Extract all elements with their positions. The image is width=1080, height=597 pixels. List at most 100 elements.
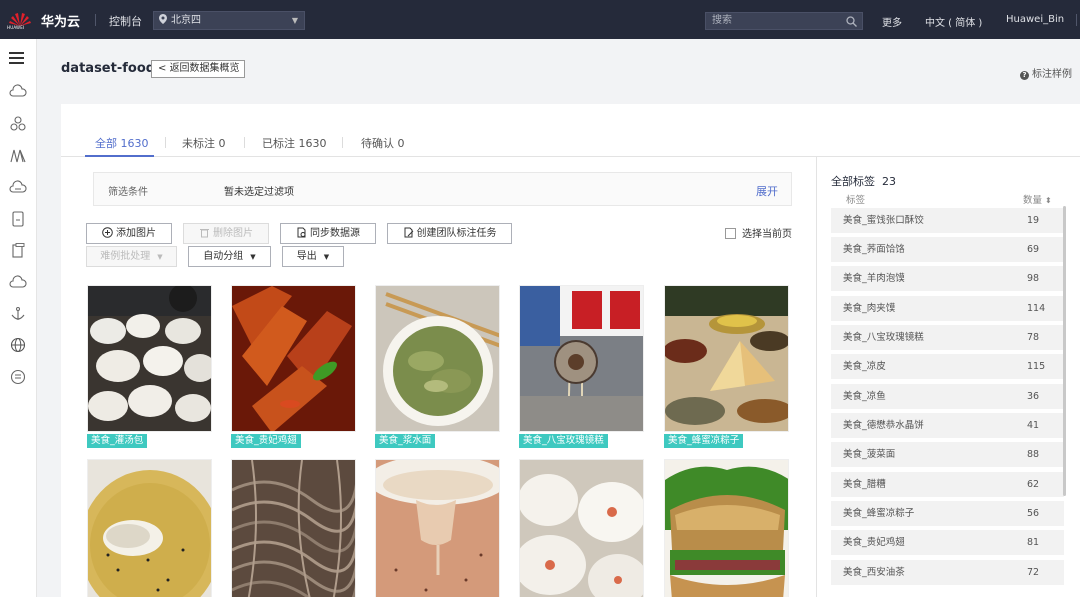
model-arts-icon[interactable] [9,148,27,164]
image-thumbnail[interactable] [87,285,212,432]
porridge-photo [376,460,499,597]
divider [342,137,343,148]
sort-icon[interactable]: ⬍ [1045,196,1052,205]
image-thumbnail[interactable] [664,459,789,597]
more-menu[interactable]: 更多 [882,14,902,29]
image-card[interactable] [664,459,789,597]
delete-image-button[interactable]: 删除图片 [183,223,269,244]
label-name: 美食_荞面饸饹 [843,244,905,255]
global-search-input[interactable]: 搜索 [705,12,863,30]
create-team-task-button[interactable]: 创建团队标注任务 [387,223,512,244]
label-name: 美食_蜂蜜凉粽子 [843,508,915,519]
label-count: 78 [1027,332,1040,343]
label-row[interactable]: 美食_菠菜面 88 [831,442,1064,467]
brand-name[interactable]: 华为云 [41,11,80,30]
user-menu[interactable]: Huawei_Bin [1006,14,1064,25]
soup-dumplings-photo [88,286,211,431]
label-row[interactable]: 美食_西安油茶 72 [831,560,1064,585]
panel-divider [816,157,817,597]
label-count: 72 [1027,567,1040,578]
search-icon[interactable] [846,16,857,27]
select-current-page-checkbox[interactable]: 选择当前页 [725,225,792,240]
storage-icon[interactable] [9,211,27,227]
label-name: 美食_西安油茶 [843,567,905,578]
label-row[interactable]: 美食_蜂蜜凉粽子 56 [831,501,1064,526]
menu-icon[interactable] [9,50,27,66]
image-card[interactable]: 美食_灌汤包 [87,285,212,448]
image-card[interactable]: 美食_八宝玫瑰镜糕 [519,285,644,448]
label-row[interactable]: 美食_腊糟 62 [831,472,1064,497]
soup-bowl-photo [88,460,211,597]
sync-file-icon [297,227,306,238]
help-label: 标注样例 [1032,69,1072,80]
label-name: 美食_肉夹馍 [843,303,896,314]
select-page-label: 选择当前页 [742,229,792,240]
image-thumbnail[interactable] [375,285,500,432]
tab-labeled[interactable]: 已标注 1630 [262,135,327,151]
label-list-scrollbar[interactable] [1063,206,1066,496]
label-row[interactable]: 美食_肉夹馍 114 [831,296,1064,321]
add-image-button[interactable]: 添加图片 [86,223,172,244]
anchor-icon[interactable] [9,306,27,322]
tab-unlabeled[interactable]: 未标注 0 [182,135,226,151]
label-row[interactable]: 美食_蜜饯张口酥饺 19 [831,208,1064,233]
nodes-icon[interactable] [9,116,27,132]
plus-circle-icon [102,227,113,238]
service-sidebar [0,39,37,597]
tabs-divider [61,156,1080,157]
sync-data-source-button[interactable]: 同步数据源 [280,223,376,244]
chevron-down-icon: ▼ [157,253,163,261]
image-card[interactable]: 美食_蜂蜜凉粽子 [664,285,789,448]
image-thumbnail[interactable] [375,459,500,597]
label-row[interactable]: 美食_德懋恭水晶饼 41 [831,413,1064,438]
back-to-overview-button[interactable]: < 返回数据集概览 [151,60,245,78]
document-icon[interactable] [9,243,27,259]
label-count: 36 [1027,391,1040,402]
image-thumbnail[interactable] [87,459,212,597]
page-title: dataset-food [61,61,156,76]
checkbox-box[interactable] [725,228,736,239]
expand-filter-link[interactable]: 展开 [756,183,778,199]
image-card[interactable] [87,459,212,597]
globe-icon[interactable] [9,337,27,353]
label-row[interactable]: 美食_八宝玫瑰镜糕 78 [831,325,1064,350]
filter-label: 筛选条件 [108,187,148,198]
billing-icon[interactable] [9,369,27,385]
count-column-header[interactable]: 数量 ⬍ [1023,192,1052,206]
auto-group-dropdown[interactable]: 自动分组 ▼ [188,246,271,267]
image-thumbnail[interactable] [519,285,644,432]
image-card[interactable]: 美食_贵妃鸡翅 [231,285,356,448]
image-thumbnail[interactable] [231,285,356,432]
chevron-down-icon: ▼ [250,253,256,261]
cloud-icon[interactable] [9,84,27,100]
label-row[interactable]: 美食_凉皮 115 [831,354,1064,379]
active-tab-indicator [85,155,154,157]
cloud-service-icon[interactable] [9,275,27,291]
image-thumbnail[interactable] [231,459,356,597]
label-row[interactable]: 美食_羊肉泡馍 98 [831,266,1064,291]
cloud-db-icon[interactable] [9,180,27,196]
image-card[interactable] [231,459,356,597]
label-count: 88 [1027,449,1040,460]
label-count: 69 [1027,244,1040,255]
export-dropdown[interactable]: 导出 ▼ [282,246,344,267]
label-row[interactable]: 美食_荞面饸饹 69 [831,237,1064,262]
label-row[interactable]: 美食_贵妃鸡翅 81 [831,530,1064,555]
region-label: 北京四 [171,15,201,26]
image-thumbnail[interactable] [519,459,644,597]
image-card[interactable] [375,459,500,597]
label-name: 美食_腊糟 [843,479,886,490]
hard-example-button[interactable]: 难例批处理 ▼ [86,246,177,267]
rose-cake-photo [520,286,643,431]
console-link[interactable]: 控制台 [109,13,142,29]
label-row[interactable]: 美食_凉鱼 36 [831,384,1064,409]
image-card[interactable] [519,459,644,597]
tab-all[interactable]: 全部 1630 [95,135,149,151]
language-menu[interactable]: 中文 ( 简体 ) [925,14,982,29]
image-thumbnail[interactable] [664,285,789,432]
region-select[interactable]: 北京四 ▼ [153,11,305,30]
buns-photo [520,460,643,597]
annotation-sample-link[interactable]: ? 标注样例 [1020,65,1072,80]
image-card[interactable]: 美食_浆水面 [375,285,500,448]
tab-pending[interactable]: 待确认 0 [361,135,405,151]
